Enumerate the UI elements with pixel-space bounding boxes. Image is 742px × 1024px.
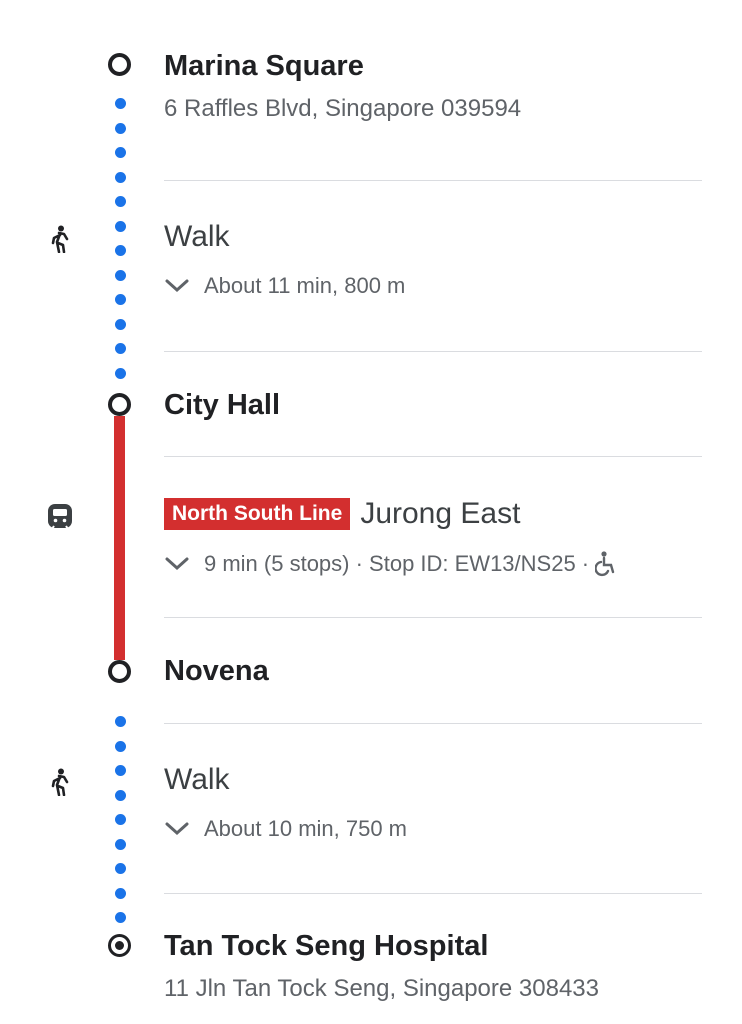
- chevron-down-icon: [164, 556, 194, 572]
- walk-mode-label: Walk: [164, 220, 230, 253]
- subway-icon: [45, 501, 75, 531]
- headsign: Jurong East: [360, 497, 521, 530]
- wheelchair-icon: [595, 551, 617, 577]
- walk-detail-text: About 10 min, 750 m: [204, 816, 408, 841]
- walk-details-toggle[interactable]: About 10 min, 750 m: [164, 814, 407, 844]
- origin-node: [108, 53, 131, 76]
- origin-address: 6 Raffles Blvd, Singapore 039594: [164, 95, 522, 122]
- destination-node: [108, 934, 131, 957]
- divider: [164, 351, 702, 352]
- transit-detail-text: 9 min (5 stops) · Stop ID: EW13/NS25 ·: [204, 551, 590, 576]
- north-south-line-rail: [114, 416, 125, 660]
- walk-details-toggle[interactable]: About 11 min, 800 m: [164, 271, 405, 301]
- walk-icon: [45, 767, 75, 797]
- transit-header: North South Line Jurong East: [164, 497, 520, 531]
- divider: [164, 456, 702, 457]
- stop-name[interactable]: City Hall: [164, 389, 280, 422]
- destination-name[interactable]: Tan Tock Seng Hospital: [164, 930, 488, 963]
- walk-mode-label: Walk: [164, 763, 230, 796]
- walk-dots-1: [114, 98, 126, 392]
- divider: [164, 180, 702, 181]
- walk-icon: [45, 224, 75, 254]
- city-hall-node: [108, 393, 131, 416]
- divider: [164, 617, 702, 618]
- origin-name[interactable]: Marina Square: [164, 50, 364, 83]
- chevron-down-icon: [164, 821, 194, 837]
- walk-dots-2: [114, 716, 126, 937]
- novena-node: [108, 660, 131, 683]
- stop-name[interactable]: Novena: [164, 655, 269, 688]
- line-badge[interactable]: North South Line: [164, 498, 351, 530]
- transit-details-toggle[interactable]: 9 min (5 stops) · Stop ID: EW13/NS25 ·: [164, 549, 617, 579]
- divider: [164, 723, 702, 724]
- chevron-down-icon: [164, 278, 194, 294]
- divider: [164, 893, 702, 894]
- walk-detail-text: About 11 min, 800 m: [204, 273, 406, 298]
- destination-address: 11 Jln Tan Tock Seng, Singapore 308433: [164, 975, 599, 1002]
